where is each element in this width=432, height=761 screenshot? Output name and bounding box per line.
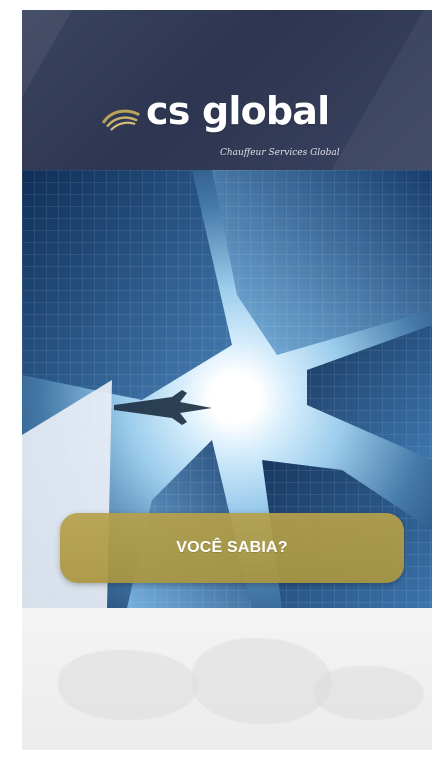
- world-map-background: [22, 608, 432, 750]
- swoosh-logo-icon: [102, 109, 140, 131]
- top-header: cs global Chauffeur Services Global: [22, 10, 432, 170]
- map-continent-blob: [58, 650, 198, 720]
- voce-sabia-label: VOCÊ SABIA?: [176, 539, 288, 556]
- brand-subtitle: Chauffeur Services Global: [220, 148, 340, 158]
- voce-sabia-button[interactable]: VOCÊ SABIA?: [60, 513, 404, 583]
- brand-name: cs global: [146, 89, 330, 133]
- app-screen: cs global Chauffeur Services Global VOCÊ…: [22, 10, 432, 750]
- map-continent-blob: [314, 666, 424, 720]
- map-continent-blob: [192, 638, 332, 724]
- brand-logo: cs global Chauffeur Services Global: [94, 89, 364, 164]
